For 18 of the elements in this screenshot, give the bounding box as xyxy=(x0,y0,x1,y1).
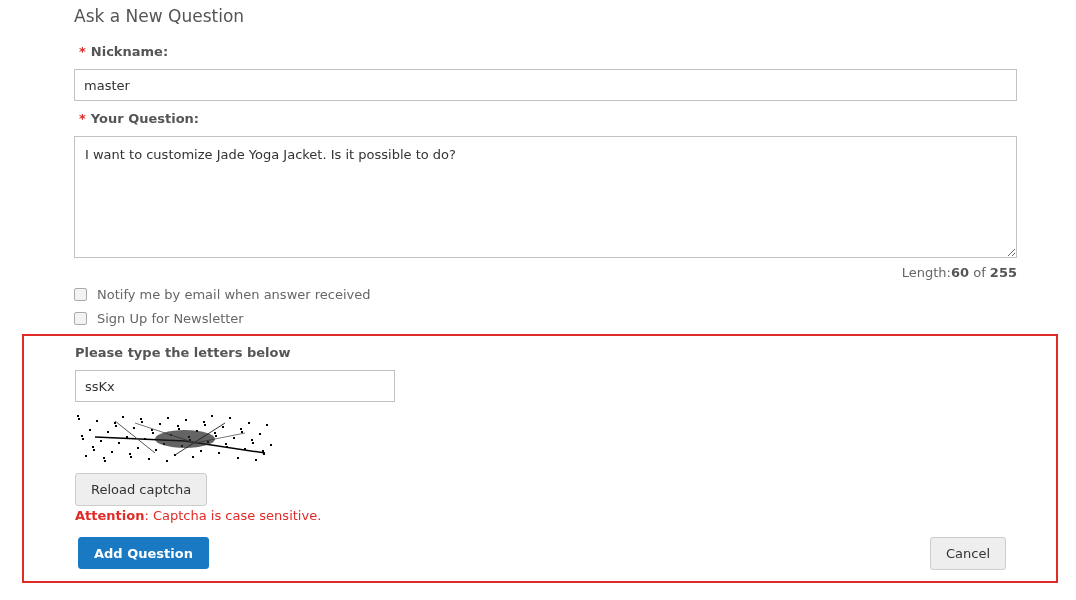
required-mark: * xyxy=(79,44,86,59)
cancel-button[interactable]: Cancel xyxy=(929,537,1006,570)
required-mark: * xyxy=(79,111,86,126)
nickname-field[interactable]: master xyxy=(74,69,1017,101)
reload-captcha-button[interactable]: Reload captcha xyxy=(75,473,208,506)
add-question-button[interactable]: Add Question xyxy=(78,537,209,569)
checkbox[interactable] xyxy=(74,287,87,301)
checkbox-label: Notify me by email when answer received xyxy=(97,286,371,302)
question-field[interactable]: I want to customize Jade Yoga Jacket. Is it possible to do? xyxy=(74,136,1017,258)
captcha-label: Please type the letters below xyxy=(75,345,291,360)
captcha-field[interactable]: ssKx xyxy=(75,370,395,402)
captcha-notice: Attention: Captcha is case sensitive. xyxy=(75,508,323,523)
checkbox[interactable] xyxy=(74,311,87,325)
field-label: Nickname: xyxy=(90,44,169,59)
checkbox-label: Sign Up for Newsletter xyxy=(97,310,244,326)
length-counter: Length:60 of 255 xyxy=(901,265,1017,280)
field-label: Your Question: xyxy=(90,111,200,126)
form-title: Ask a New Question xyxy=(74,6,246,26)
